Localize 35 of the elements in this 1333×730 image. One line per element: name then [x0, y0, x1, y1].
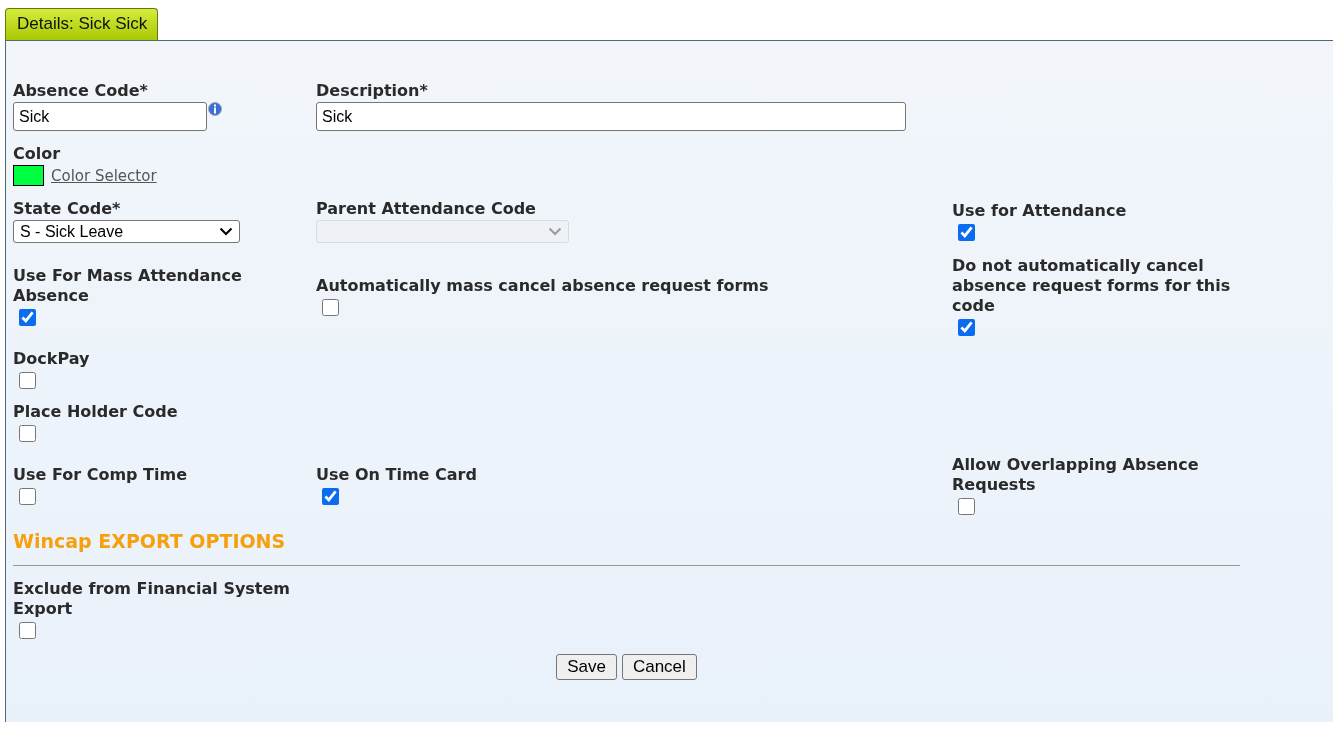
caret-icon: [548, 227, 562, 236]
field-label: Do not automatically cancel absence request forms for this code: [952, 256, 1232, 316]
checkbox[interactable]: [958, 498, 975, 515]
field-label: Allow Overlapping Absence Requests: [952, 455, 1200, 495]
section-heading: Wincap EXPORT OPTIONS: [13, 530, 287, 552]
dropdown[interactable]: S - Sick Leave: [13, 220, 240, 243]
caret-icon: [219, 227, 233, 236]
field-label: Use For Mass Attendance Absence: [13, 266, 243, 306]
checkbox[interactable]: [322, 299, 339, 316]
checkbox[interactable]: [322, 488, 339, 505]
field-label: Exclude from Financial System Export: [13, 579, 292, 619]
color-selector-link[interactable]: Color Selector: [51, 166, 157, 185]
field-label: Place Holder Code: [13, 402, 178, 422]
checkbox[interactable]: [19, 622, 36, 639]
save-button[interactable]: Save: [556, 654, 617, 680]
cancel-button[interactable]: Cancel: [621, 654, 697, 680]
field-label: Absence Code*: [13, 81, 148, 101]
checkbox[interactable]: [958, 224, 975, 241]
field-label: Description*: [316, 81, 428, 101]
field-label: Color: [13, 144, 61, 164]
field-label: Automatically mass cancel absence request forms: [316, 276, 769, 296]
field-label: Use On Time Card: [316, 465, 477, 485]
field-label: Use for Attendance: [952, 201, 1127, 221]
checkbox[interactable]: [19, 309, 36, 326]
checkbox[interactable]: [19, 488, 36, 505]
checkbox[interactable]: [958, 319, 975, 336]
details-tab[interactable]: Details: Sick Sick: [5, 8, 159, 40]
field-label: Use For Comp Time: [13, 465, 188, 485]
field-label: Parent Attendance Code: [316, 199, 536, 219]
checkbox[interactable]: [19, 425, 36, 442]
checkbox[interactable]: [19, 372, 36, 389]
field-label: State Code*: [13, 199, 121, 219]
text-field[interactable]: Sick: [13, 102, 207, 131]
text-field[interactable]: Sick: [316, 102, 906, 131]
field-label: DockPay: [13, 349, 90, 369]
